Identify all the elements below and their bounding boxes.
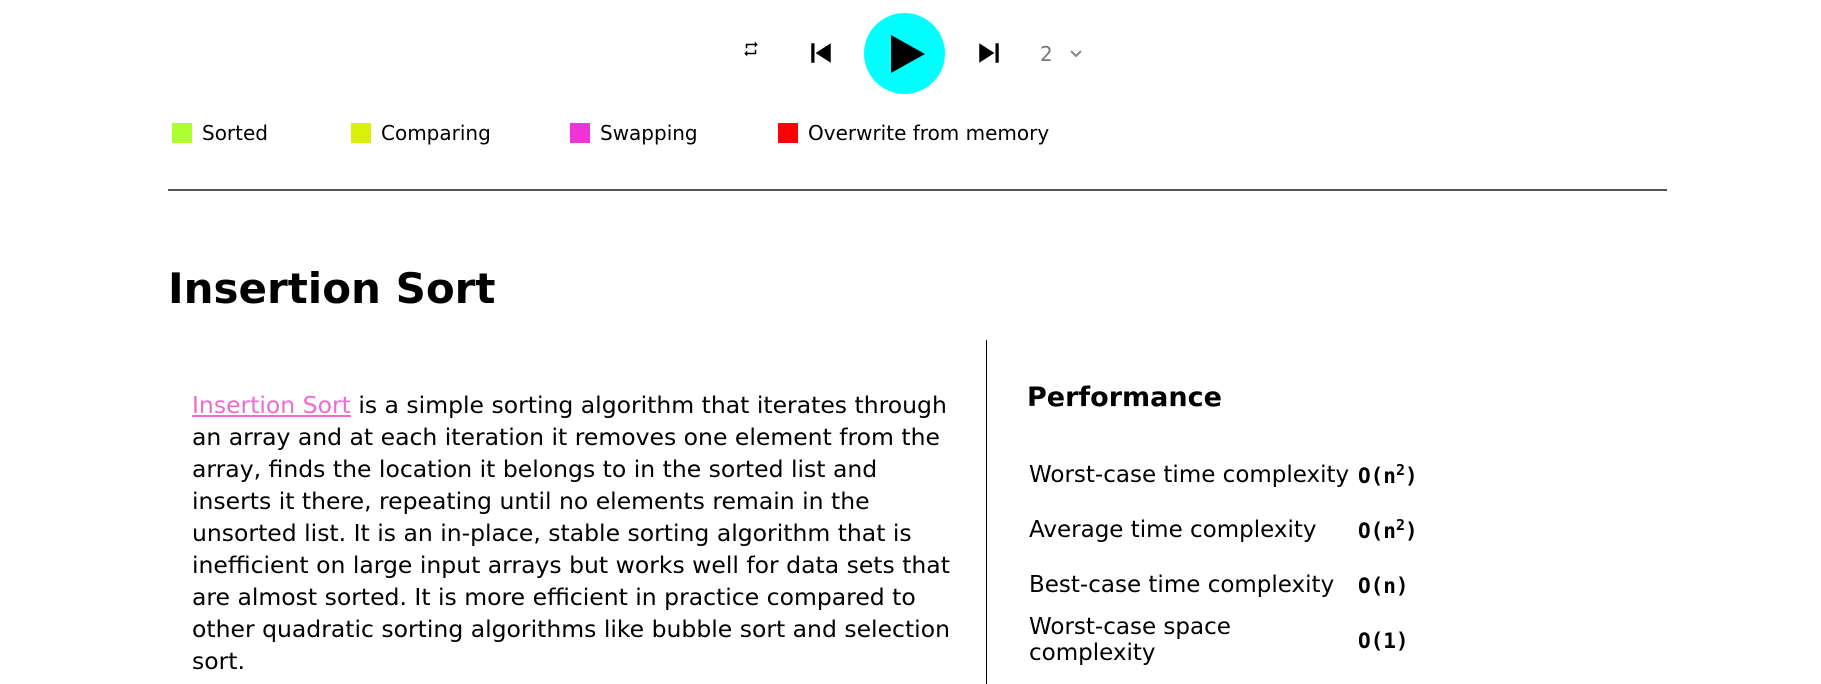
algorithm-link[interactable]: Insertion Sort bbox=[192, 391, 351, 419]
performance-title: Performance bbox=[1027, 382, 1222, 413]
legend-item-comparing: Comparing bbox=[351, 121, 491, 145]
performance-table: Worst-case time complexity O(n2) Average… bbox=[1029, 447, 1418, 667]
complexity-value: O(n) bbox=[1358, 574, 1409, 598]
legend-swatch bbox=[570, 123, 590, 143]
complexity-label: Average time complexity bbox=[1029, 516, 1317, 543]
table-row: Worst-case time complexity O(n2) bbox=[1029, 447, 1418, 502]
skip-next-icon bbox=[979, 43, 999, 63]
complexity-label: Worst-case space complexity bbox=[1029, 613, 1231, 666]
table-row: Average time complexity O(n2) bbox=[1029, 502, 1418, 557]
description-text: is a simple sorting algorithm that itera… bbox=[192, 391, 950, 675]
complexity-label: Best-case time complexity bbox=[1029, 571, 1335, 598]
algorithm-description: Insertion Sort is a simple sorting algor… bbox=[192, 389, 962, 677]
play-button[interactable] bbox=[864, 13, 945, 94]
page-title: Insertion Sort bbox=[168, 264, 496, 313]
speed-value: 2 bbox=[1040, 42, 1053, 66]
legend-label: Sorted bbox=[202, 121, 268, 145]
column-divider bbox=[986, 340, 987, 684]
repeat-icon bbox=[744, 41, 758, 57]
chevron-down-icon bbox=[1070, 50, 1082, 58]
legend-label: Comparing bbox=[381, 121, 491, 145]
speed-select[interactable]: 2 bbox=[1040, 40, 1083, 68]
next-step-button[interactable] bbox=[976, 40, 1002, 66]
complexity-value: O(n2) bbox=[1358, 461, 1418, 488]
legend-label: Overwrite from memory bbox=[808, 121, 1050, 145]
repeat-button[interactable] bbox=[740, 38, 762, 60]
legend-swatch bbox=[778, 123, 798, 143]
section-divider bbox=[168, 189, 1667, 191]
legend-item-swapping: Swapping bbox=[570, 121, 698, 145]
legend-item-overwrite: Overwrite from memory bbox=[778, 121, 1049, 145]
complexity-value: O(n2) bbox=[1358, 516, 1418, 543]
complexity-value: O(1) bbox=[1358, 629, 1409, 653]
previous-step-button[interactable] bbox=[808, 40, 834, 66]
skip-previous-icon bbox=[811, 43, 831, 63]
table-row: Worst-case space complexity O(1) bbox=[1029, 612, 1418, 667]
legend-swatch bbox=[351, 123, 371, 143]
legend-swatch bbox=[172, 123, 192, 143]
player-controls: 2 bbox=[0, 0, 1821, 110]
complexity-label: Worst-case time complexity bbox=[1029, 461, 1350, 488]
legend-label: Swapping bbox=[600, 121, 698, 145]
play-icon bbox=[890, 34, 925, 73]
legend-item-sorted: Sorted bbox=[172, 121, 268, 145]
table-row: Best-case time complexity O(n) bbox=[1029, 557, 1418, 612]
